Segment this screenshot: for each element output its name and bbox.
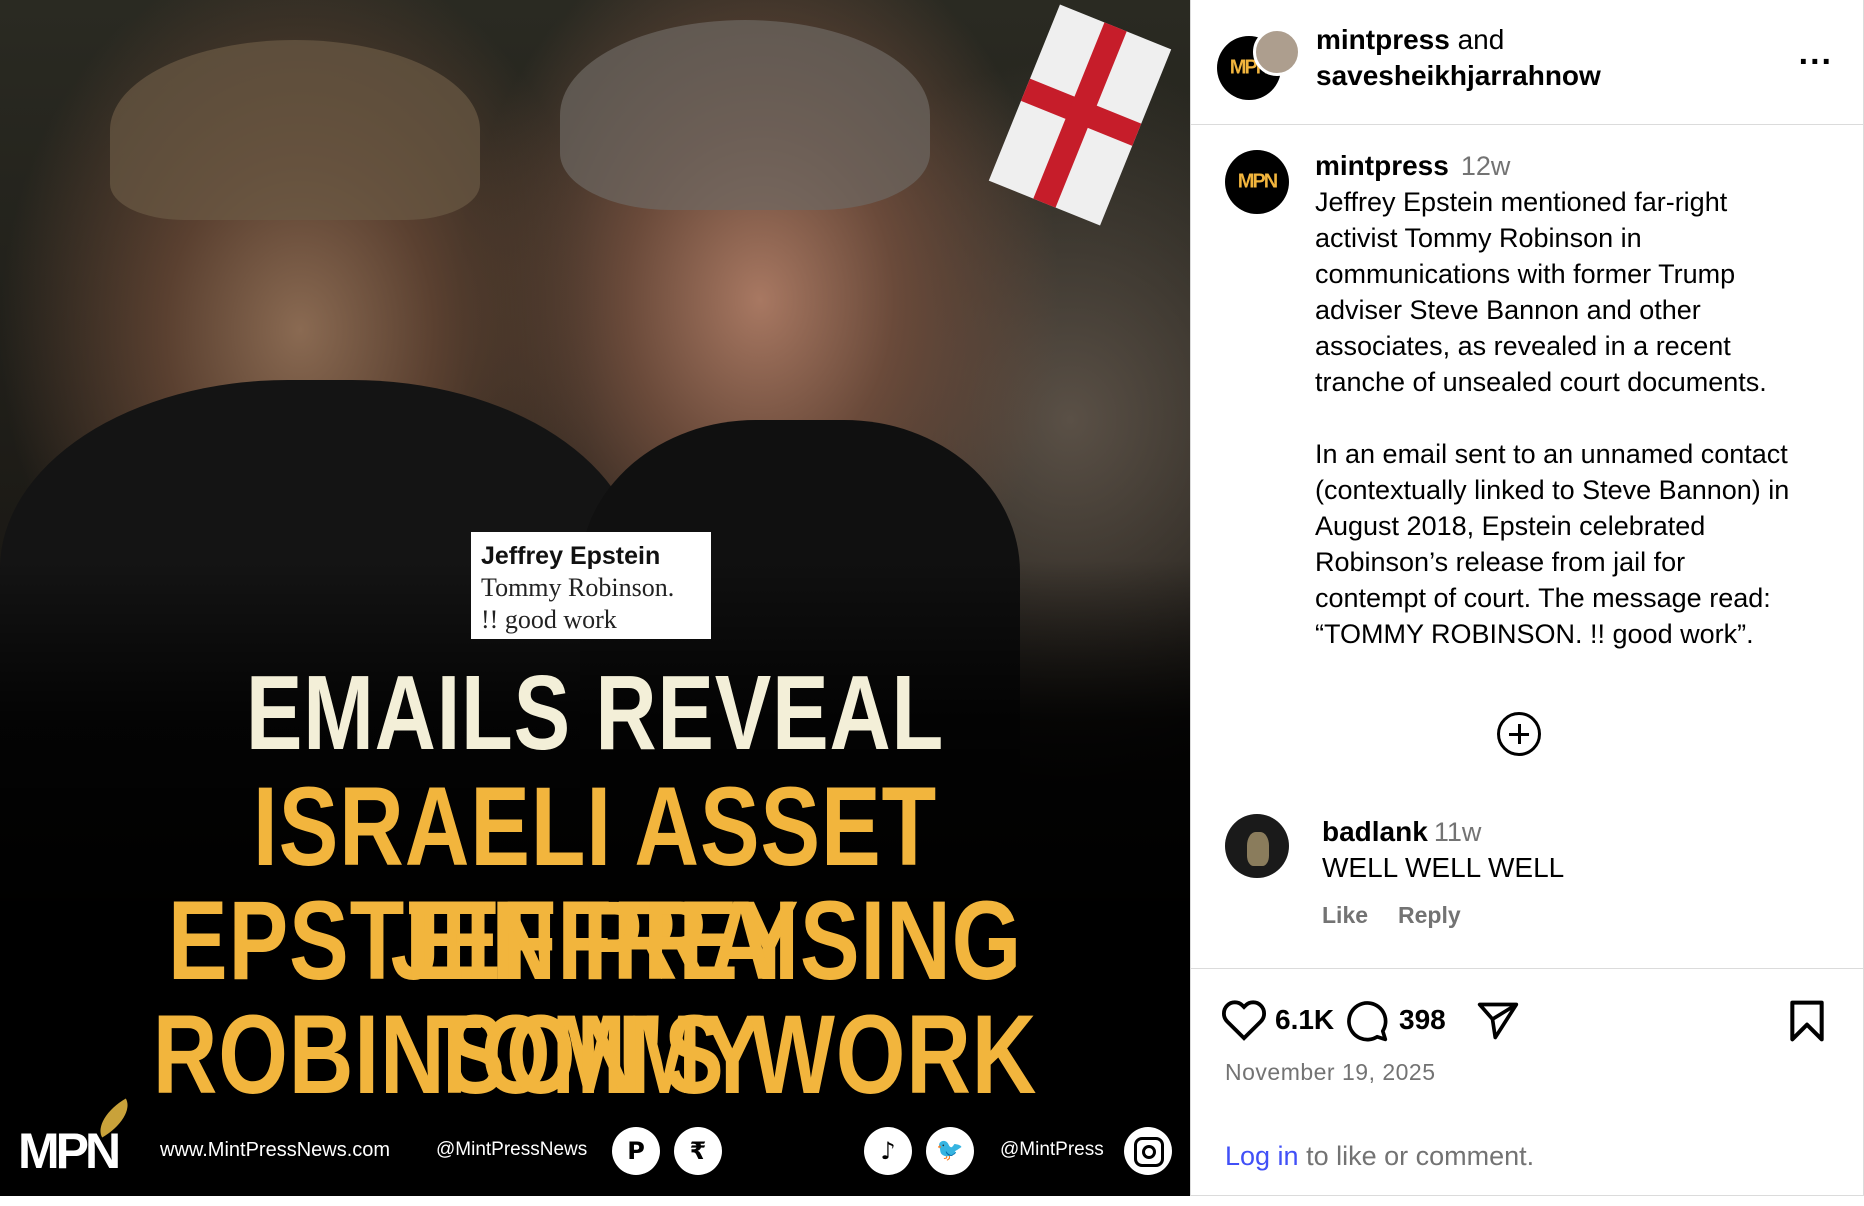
twitter-icon: 🐦 — [926, 1127, 974, 1175]
avatar-logo-text: MPN — [1237, 170, 1278, 193]
coauthor-link[interactable]: savesheikhjarrahnow — [1316, 60, 1601, 91]
load-more-comments-icon[interactable] — [1497, 712, 1541, 756]
login-prompt-text: to like or comment. — [1298, 1141, 1535, 1171]
email-quote-box: Jeffrey Epstein Tommy Robinson. !! good … — [471, 532, 711, 639]
mpn-logo: MPN — [18, 1098, 148, 1179]
quote-line-2: Tommy Robinson. — [481, 573, 675, 602]
caption-avatar[interactable]: MPN — [1225, 150, 1289, 214]
comment-body: badlank 11w WELL WELL WELL — [1322, 814, 1564, 886]
logo-text-m: M — [18, 1123, 60, 1179]
comment-avatar[interactable] — [1225, 814, 1289, 878]
comment-like-button[interactable]: Like — [1322, 902, 1368, 928]
headline-line-1: EMAILS REVEAL — [245, 654, 945, 772]
patreon-icon: P — [612, 1127, 660, 1175]
comment-text: WELL WELL WELL — [1322, 852, 1565, 883]
caption-header: mintpress 12w — [1315, 148, 1845, 184]
instagram-post: Jeffrey Epstein Tommy Robinson. !! good … — [0, 0, 1864, 1196]
heart-icon[interactable] — [1221, 999, 1267, 1041]
logo-text-pn: PN — [55, 1123, 121, 1179]
share-icon[interactable] — [1475, 999, 1521, 1043]
headline-line-4: ROBINSON'S WORK — [152, 992, 1038, 1117]
comment-reply-button[interactable]: Reply — [1398, 902, 1461, 928]
image-footer: MPN www.MintPressNews.com @MintPressNews… — [0, 1098, 1190, 1185]
login-link[interactable]: Log in — [1225, 1141, 1299, 1171]
handle-text: @MintPressNews — [436, 1139, 588, 1160]
caption-body: mintpress 12w Jeffrey Epstein mentioned f… — [1315, 148, 1845, 652]
post-date[interactable]: November 19, 2025 — [1225, 1059, 1436, 1086]
comment-actions: Like Reply — [1322, 902, 1491, 929]
handle-text-2: @MintPress — [1000, 1139, 1104, 1160]
author-link[interactable]: mintpress — [1316, 24, 1450, 55]
comments-count[interactable]: 398 — [1399, 1003, 1446, 1037]
post-header: MPN mintpress and savesheikhjarrahnow ..… — [1191, 0, 1863, 125]
login-prompt: Log in to like or comment. — [1225, 1141, 1534, 1172]
comment-time[interactable]: 11w — [1434, 817, 1482, 847]
caption-time[interactable]: 12w — [1461, 151, 1511, 181]
bookmark-icon[interactable] — [1787, 999, 1827, 1043]
rumble-icon: ₹ — [674, 1127, 722, 1175]
comment: badlank 11w WELL WELL WELL Like Reply — [1225, 814, 1845, 944]
instagram-icon — [1124, 1127, 1172, 1175]
quote-line-1: Jeffrey Epstein — [481, 542, 661, 570]
photo-figure-left — [110, 40, 480, 220]
post-image[interactable]: Jeffrey Epstein Tommy Robinson. !! good … — [0, 0, 1190, 1196]
photo-figure-right — [560, 20, 930, 210]
authors-joiner: and — [1457, 24, 1505, 55]
caption-username[interactable]: mintpress — [1315, 150, 1449, 181]
logo-text: MPN — [18, 1123, 121, 1179]
instagram-icon-inner — [1134, 1137, 1164, 1167]
coauthor-avatar[interactable] — [1253, 28, 1301, 76]
post-authors: mintpress and savesheikhjarrahnow — [1316, 22, 1601, 94]
website-text: www.MintPressNews.com — [160, 1139, 391, 1161]
comment-icon[interactable] — [1345, 999, 1389, 1043]
caption-paragraph-2: In an email sent to an unnamed contact (… — [1315, 439, 1790, 649]
tiktok-icon: ♪ — [864, 1127, 912, 1175]
post-side-panel: MPN mintpress and savesheikhjarrahnow ..… — [1190, 0, 1864, 1196]
post-actions: 6.1K 398 November 19, 2025 Log in to lik… — [1191, 968, 1863, 1197]
quote-line-3: !! good work — [481, 605, 617, 634]
caption-paragraph-1: Jeffrey Epstein mentioned far-right acti… — [1315, 187, 1767, 397]
more-options-button[interactable]: ... — [1799, 36, 1833, 70]
likes-count[interactable]: 6.1K — [1275, 1003, 1334, 1037]
comment-username[interactable]: badlank — [1322, 816, 1428, 847]
